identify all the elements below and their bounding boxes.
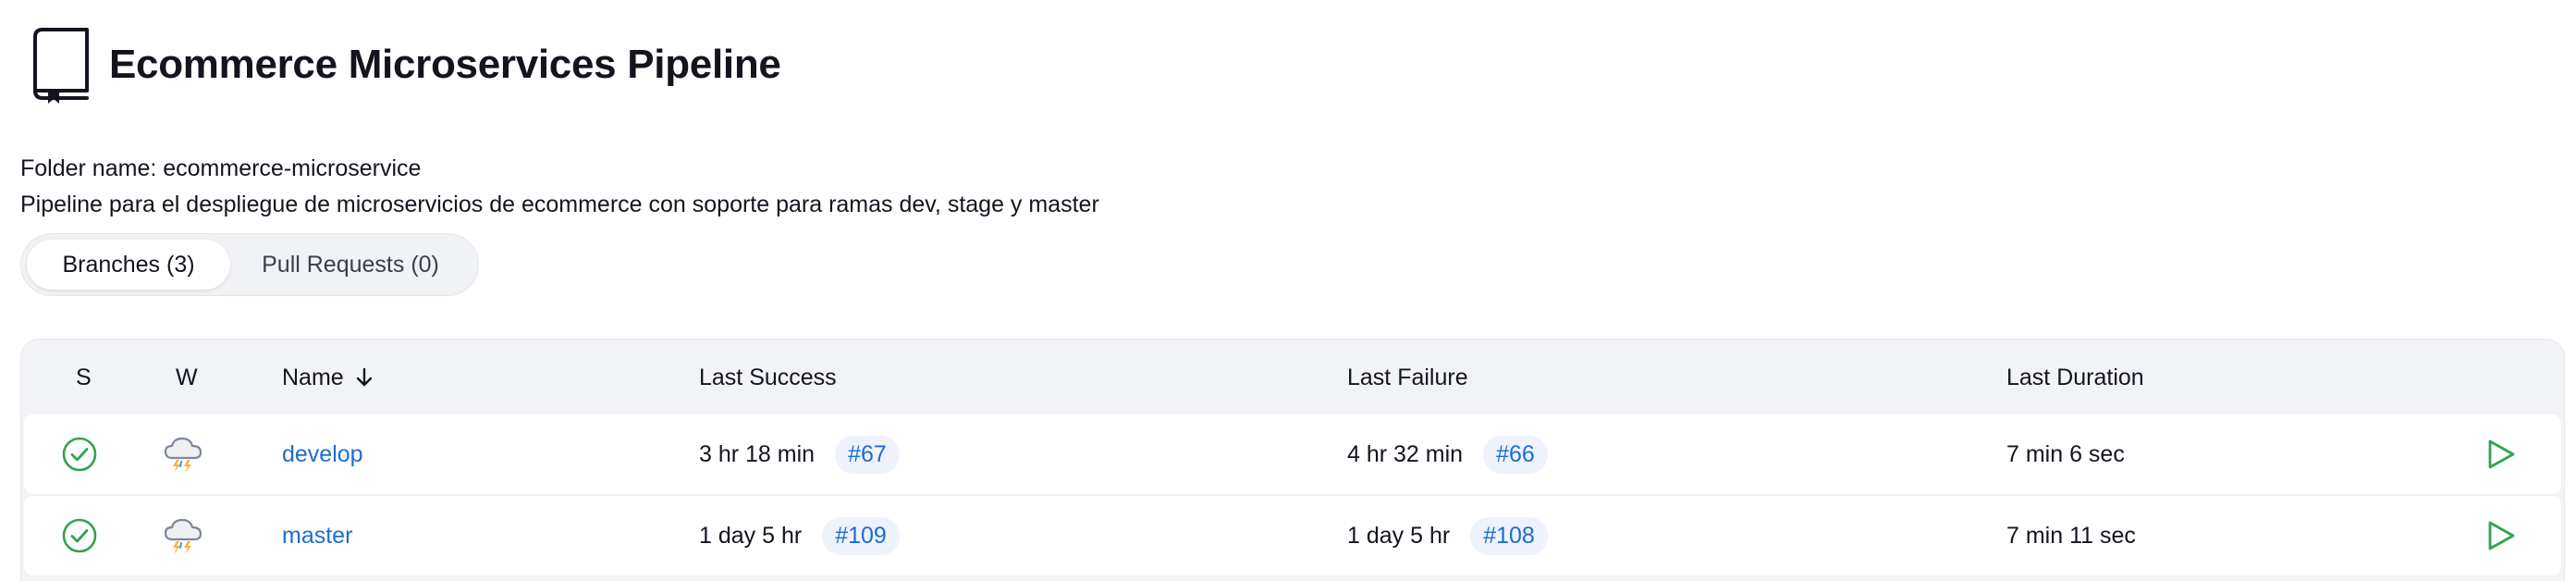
folder-name-text: Folder name: ecommerce-microservice [20,155,422,181]
run-button[interactable] [2485,414,2517,494]
last-failure-build-link[interactable]: #108 [1470,516,1548,555]
run-button[interactable] [2485,496,2517,575]
play-icon [2488,521,2515,550]
play-icon [2488,439,2515,469]
last-duration-cell: 7 min 6 sec [2006,440,2125,467]
last-success-cell: 3 hr 18 min #67 [699,414,900,494]
table-row: master 1 day 5 hr #109 1 day 5 hr #108 7… [24,496,2561,575]
last-success-build-link[interactable]: #109 [822,516,900,555]
success-check-icon [62,518,97,553]
last-failure-time: 4 hr 32 min [1347,440,1464,467]
last-failure-time: 1 day 5 hr [1347,522,1451,549]
tab-bar: Branches (3) Pull Requests (0) [20,233,479,296]
last-success-build-link[interactable]: #67 [835,435,900,474]
column-header-last-duration[interactable]: Last Duration [2006,363,2144,392]
column-header-name[interactable]: Name [282,363,374,392]
status-cell [61,496,98,575]
column-header-status[interactable]: S [76,363,92,392]
last-success-time: 3 hr 18 min [699,440,816,467]
thunderstorm-icon [164,437,202,473]
column-header-weather[interactable]: W [176,363,198,392]
last-failure-cell: 4 hr 32 min #66 [1347,414,1548,494]
page-header: Ecommerce Microservices Pipeline [28,24,781,105]
last-failure-cell: 1 day 5 hr #108 [1347,496,1548,575]
thunderstorm-icon [164,518,202,554]
branch-link-master[interactable]: master [282,523,352,550]
tab-pull-requests[interactable]: Pull Requests (0) [230,240,471,290]
weather-cell [163,414,203,494]
last-success-time: 1 day 5 hr [699,522,803,549]
last-duration-cell: 7 min 11 sec [2006,522,2136,549]
weather-cell [163,496,203,575]
arrow-down-icon [356,367,372,387]
branch-link-develop[interactable]: develop [282,441,363,468]
pipeline-description: Pipeline para el despliegue de microserv… [20,192,1099,217]
folder-book-icon [33,28,89,104]
tab-branches[interactable]: Branches (3) [27,240,230,290]
name-cell: master [282,496,352,575]
page-title: Ecommerce Microservices Pipeline [109,42,781,87]
column-header-last-failure[interactable]: Last Failure [1347,363,1468,392]
success-check-icon [62,437,97,472]
status-cell [61,414,98,494]
table-row: develop 3 hr 18 min #67 4 hr 32 min #66 … [24,414,2561,494]
last-success-cell: 1 day 5 hr #109 [699,496,900,575]
name-cell: develop [282,414,363,494]
last-failure-build-link[interactable]: #66 [1483,435,1548,474]
column-header-name-label: Name [282,365,344,390]
column-header-last-success[interactable]: Last Success [699,363,837,392]
